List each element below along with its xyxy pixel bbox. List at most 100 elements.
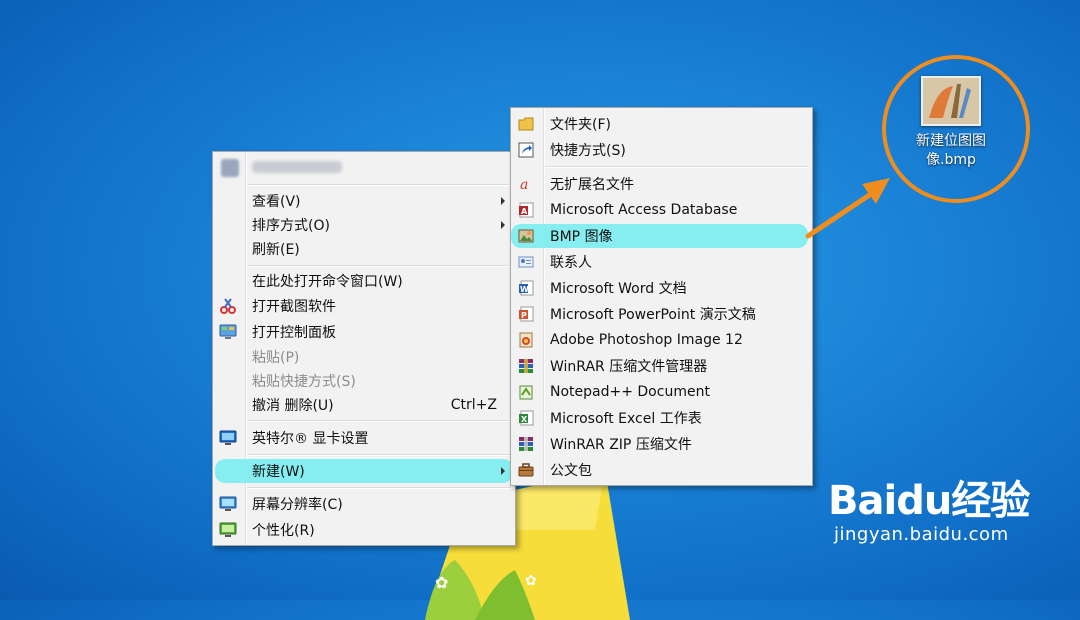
submenu-item-access-database[interactable]: A Microsoft Access Database	[513, 198, 810, 222]
menu-item-intel-graphics[interactable]: 英特尔® 显卡设置	[215, 426, 513, 450]
submenu-item-shortcut[interactable]: 快捷方式(S)	[513, 138, 810, 162]
submenu-item-winrar-zip[interactable]: WinRAR ZIP 压缩文件	[513, 432, 810, 456]
svg-text:X: X	[521, 415, 528, 424]
file-icon: a	[517, 175, 535, 193]
menu-item-label: 在此处打开命令窗口(W)	[252, 274, 403, 290]
svg-text:a: a	[520, 177, 528, 192]
menu-item-paste: 粘贴(P)	[215, 345, 513, 369]
menu-item-label: 快捷方式(S)	[550, 143, 626, 159]
personalize-icon	[219, 521, 237, 539]
menu-item-label: 新建(W)	[252, 464, 305, 480]
svg-text:✿: ✿	[435, 573, 448, 592]
desktop-context-menu: 查看(V) 排序方式(O) 刷新(E) 在此处打开命令窗口(W) 打开截图软件 …	[212, 151, 516, 546]
menu-item-label: 屏幕分辨率(C)	[252, 497, 343, 513]
menu-item-label: 文件夹(F)	[550, 117, 611, 133]
menu-item-screen-resolution[interactable]: 屏幕分辨率(C)	[215, 492, 513, 516]
desktop-icon-new-bmp[interactable]: 新建位图图 像.bmp	[896, 76, 1006, 170]
submenu-item-winrar-archive[interactable]: WinRAR 压缩文件管理器	[513, 354, 810, 378]
separator	[247, 265, 511, 267]
menu-item-label: WinRAR 压缩文件管理器	[550, 359, 708, 375]
menu-item-new[interactable]: 新建(W)	[215, 459, 513, 483]
menu-item-label: Notepad++ Document	[550, 384, 710, 400]
excel-icon: X	[517, 409, 535, 427]
baidu-logo: Baidu经验	[828, 478, 1030, 524]
menu-item-undo-delete[interactable]: 撤消 删除(U) Ctrl+Z	[215, 393, 513, 417]
menu-item-label: 公文包	[550, 463, 592, 479]
svg-text:P: P	[521, 311, 527, 320]
menu-item-label: WinRAR ZIP 压缩文件	[550, 437, 692, 453]
annotation-arrow	[805, 178, 890, 239]
shortcut-icon	[517, 141, 535, 159]
menu-item-label: Microsoft Access Database	[550, 202, 738, 218]
baidu-watermark: Baidu经验 jingyan.baidu.com	[828, 478, 1068, 545]
submenu-item-notepadpp-document[interactable]: Notepad++ Document	[513, 380, 810, 404]
separator	[545, 166, 808, 168]
submenu-item-photoshop-image[interactable]: Adobe Photoshop Image 12	[513, 328, 810, 352]
submenu-item-folder[interactable]: 文件夹(F)	[513, 112, 810, 136]
menu-item-refresh[interactable]: 刷新(E)	[215, 237, 513, 261]
menu-item-label: 排序方式(O)	[252, 218, 330, 234]
submenu-arrow-icon	[501, 197, 505, 205]
display-icon	[219, 495, 237, 513]
separator	[247, 487, 511, 489]
menu-item-label: 联系人	[550, 255, 592, 271]
menu-item-personalize[interactable]: 个性化(R)	[215, 518, 513, 542]
menu-item-label: 查看(V)	[252, 194, 301, 210]
menu-item-label: 撤消 删除(U)	[252, 398, 334, 414]
submenu-item-contact[interactable]: 联系人	[513, 250, 810, 274]
menu-item-label: 粘贴(P)	[252, 350, 300, 366]
menu-item-control-panel[interactable]: 打开控制面板	[215, 320, 513, 344]
menu-item-label: Microsoft PowerPoint 演示文稿	[550, 307, 756, 323]
bmp-file-thumbnail-icon	[921, 76, 981, 126]
menu-item-label: Microsoft Word 文档	[550, 281, 687, 297]
menu-item-label: 粘贴快捷方式(S)	[252, 374, 356, 390]
folder-icon	[517, 115, 535, 133]
menu-item-view[interactable]: 查看(V)	[215, 189, 513, 213]
menu-item-paste-shortcut: 粘贴快捷方式(S)	[215, 369, 513, 393]
submenu-item-briefcase[interactable]: 公文包	[513, 458, 810, 482]
menu-item-label: BMP 图像	[550, 229, 613, 245]
svg-text:W: W	[520, 285, 529, 294]
photoshop-icon	[517, 331, 535, 349]
scissors-icon	[219, 297, 237, 315]
word-icon: W	[517, 279, 535, 297]
menu-item-label: 打开控制面板	[252, 325, 336, 341]
menu-item-label: 刷新(E)	[252, 242, 300, 258]
bmp-icon	[517, 227, 535, 245]
separator	[247, 454, 511, 456]
submenu-item-bmp-image[interactable]: BMP 图像	[511, 224, 808, 248]
access-icon: A	[517, 201, 535, 219]
notepadpp-icon	[517, 383, 535, 401]
submenu-item-word-document[interactable]: W Microsoft Word 文档	[513, 276, 810, 300]
header-blurred-text	[252, 161, 342, 173]
header-icon	[221, 159, 239, 177]
submenu-arrow-icon	[501, 221, 505, 229]
menu-item-label: 打开截图软件	[252, 299, 336, 315]
intel-graphics-icon	[219, 429, 237, 447]
menu-item-label: 无扩展名文件	[550, 177, 634, 193]
menu-item-label: Adobe Photoshop Image 12	[550, 332, 743, 348]
baidu-url: jingyan.baidu.com	[834, 524, 1009, 545]
svg-text:A: A	[521, 207, 528, 216]
separator	[247, 420, 511, 422]
control-panel-icon	[219, 323, 237, 341]
winrar-icon	[517, 357, 535, 375]
submenu-arrow-icon	[501, 467, 505, 475]
submenu-item-powerpoint-presentation[interactable]: P Microsoft PowerPoint 演示文稿	[513, 302, 810, 326]
powerpoint-icon: P	[517, 305, 535, 323]
menu-item-open-command-window[interactable]: 在此处打开命令窗口(W)	[215, 269, 513, 293]
submenu-item-no-extension-file[interactable]: a 无扩展名文件	[513, 172, 810, 196]
menu-item-label: 个性化(R)	[252, 523, 315, 539]
desktop-icon-label-line2: 像.bmp	[926, 152, 976, 168]
menu-item-label: 英特尔® 显卡设置	[252, 431, 369, 447]
submenu-item-excel-worksheet[interactable]: X Microsoft Excel 工作表	[513, 406, 810, 430]
svg-text:✿: ✿	[525, 573, 537, 589]
briefcase-icon	[517, 461, 535, 479]
contact-icon	[517, 253, 535, 271]
menu-item-screenshot-tool[interactable]: 打开截图软件	[215, 294, 513, 318]
winrar-zip-icon	[517, 435, 535, 453]
menu-item-sort[interactable]: 排序方式(O)	[215, 213, 513, 237]
new-submenu: 文件夹(F) 快捷方式(S) a 无扩展名文件 A Microsoft Acce…	[510, 107, 813, 486]
separator	[247, 184, 511, 186]
desktop-icon-label-line1: 新建位图图	[916, 133, 986, 149]
